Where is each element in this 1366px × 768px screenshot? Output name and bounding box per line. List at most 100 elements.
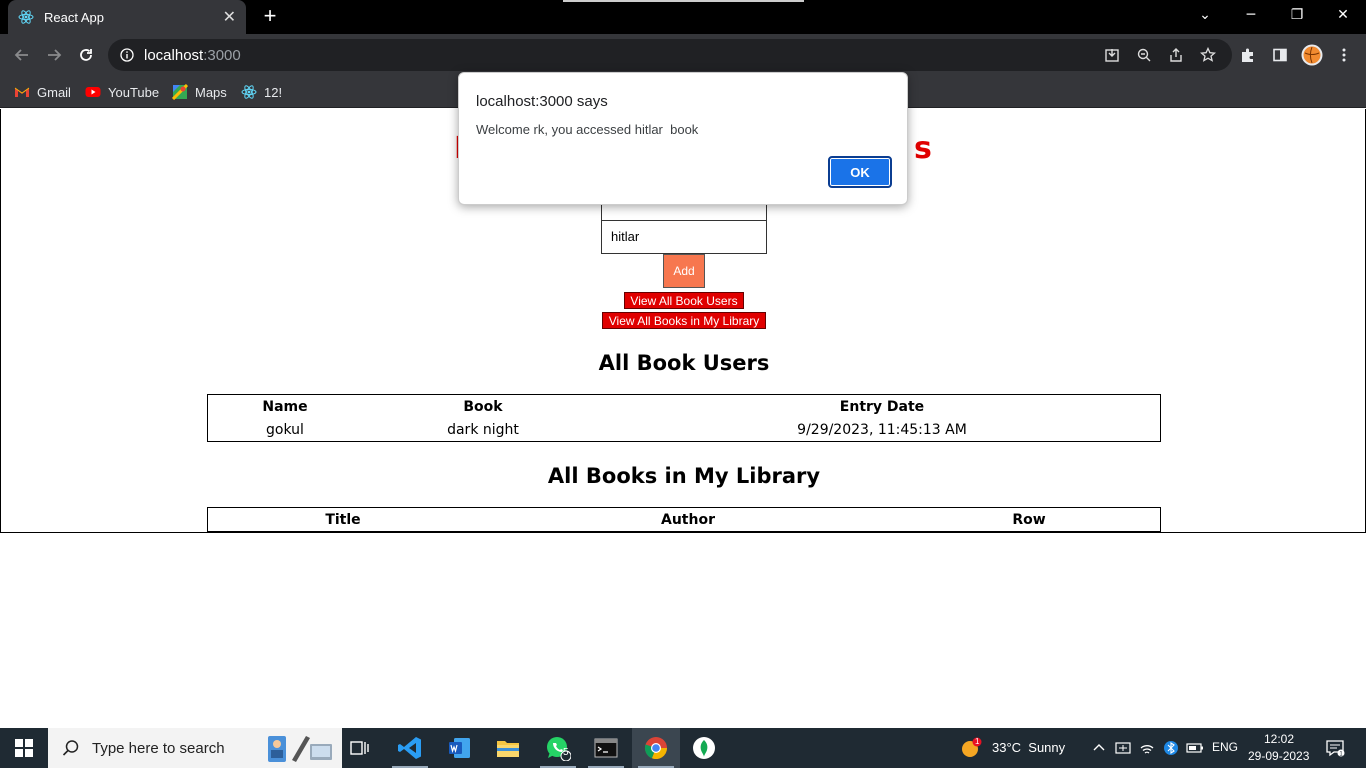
back-button[interactable] — [9, 42, 35, 68]
users-table: Name Book Entry Date gokul dark night 9/… — [207, 394, 1161, 442]
header-title: Title — [325, 511, 361, 528]
restore-button[interactable]: ❐ — [1274, 0, 1320, 30]
start-button[interactable] — [0, 728, 48, 768]
language-indicator[interactable]: ENG — [1212, 740, 1238, 754]
forward-button[interactable] — [41, 42, 67, 68]
clock-date[interactable]: 29-09-2023 — [1248, 749, 1309, 763]
bluetooth-icon[interactable] — [1162, 739, 1180, 757]
search-icon — [62, 740, 79, 756]
header-name: Name — [262, 398, 308, 415]
view-all-book-users-button[interactable]: View All Book Users — [624, 292, 744, 309]
chrome-icon — [644, 737, 668, 760]
minimize-button[interactable]: ─ — [1228, 0, 1274, 30]
weather-badge: 1 — [975, 737, 980, 746]
url-host: localhost — [144, 46, 204, 64]
bookmark-youtube[interactable]: YouTube — [85, 82, 159, 102]
bookmark-12[interactable]: 12! — [241, 82, 282, 102]
library-table: Title Author Row — [207, 507, 1161, 532]
arrow-left-icon — [14, 49, 28, 61]
folder-icon — [497, 741, 519, 757]
header-book: Book — [463, 398, 503, 415]
terminal-icon — [594, 738, 618, 758]
close-window-button[interactable]: ✕ — [1320, 0, 1366, 30]
maps-icon — [172, 84, 188, 100]
file-explorer-taskbar-app[interactable] — [484, 728, 532, 768]
notification-icon[interactable]: 1 — [1324, 737, 1346, 759]
whatsapp-badge: 5 — [563, 747, 569, 758]
users-heading: All Book Users — [598, 351, 770, 375]
reload-icon — [80, 49, 92, 61]
task-view-button[interactable] — [336, 728, 384, 768]
bookmark-label: YouTube — [108, 84, 160, 100]
tab-react-app[interactable]: React App ✕ — [8, 0, 246, 34]
tab-search-button[interactable]: ⌄ — [1182, 0, 1228, 30]
bookmark-label: Maps — [195, 84, 227, 100]
add-button[interactable]: Add — [663, 254, 705, 288]
vscode-icon — [398, 737, 421, 759]
react-icon — [18, 10, 34, 24]
mongodb-taskbar-app[interactable] — [680, 728, 728, 768]
tab-title: React App — [44, 9, 104, 25]
media-icon[interactable] — [1114, 739, 1132, 757]
extensions-puzzle-icon[interactable] — [1236, 43, 1260, 67]
book-input[interactable]: hitlar — [601, 220, 767, 254]
install-icon[interactable] — [1100, 43, 1124, 67]
share-icon[interactable] — [1164, 43, 1188, 67]
close-tab-icon[interactable]: ✕ — [223, 9, 236, 25]
wifi-icon[interactable] — [1138, 739, 1156, 757]
info-icon[interactable] — [120, 48, 134, 62]
chrome-taskbar-app[interactable] — [632, 728, 680, 768]
address-bar[interactable]: localhost:3000 — [108, 39, 1232, 71]
vscode-taskbar-app[interactable] — [386, 728, 434, 768]
arrow-right-icon — [48, 49, 62, 61]
new-tab-button[interactable]: + — [258, 5, 282, 29]
mongodb-leaf-icon — [693, 737, 715, 759]
reload-button[interactable] — [73, 42, 99, 68]
word-icon — [449, 738, 470, 758]
alert-dialog: localhost:3000 says Welcome rk, you acce… — [458, 72, 908, 205]
browser-title-bar: React App ✕ + ⌄ ─ ❐ ✕ — [0, 0, 1366, 34]
clock-time[interactable]: 12:02 — [1264, 732, 1294, 746]
table-header-row: Title Author Row — [208, 508, 1160, 531]
url-port: :3000 — [203, 46, 241, 64]
taskbar-search-box[interactable]: Type here to search — [48, 728, 342, 768]
react-icon — [241, 85, 257, 99]
dialog-message: Welcome rk, you accessed hitlar book — [476, 122, 699, 137]
ok-button[interactable]: OK — [828, 156, 892, 188]
bookmark-star-icon[interactable] — [1196, 43, 1220, 67]
table-header-row: Name Book Entry Date — [208, 395, 1160, 418]
task-view-icon — [350, 741, 369, 755]
zoom-icon[interactable] — [1132, 43, 1156, 67]
search-placeholder: Type here to search — [92, 739, 225, 757]
gmail-icon — [14, 87, 30, 97]
more-menu-icon[interactable] — [1332, 43, 1356, 67]
bookmark-label: 12! — [264, 84, 283, 100]
cell-name: gokul — [266, 421, 304, 438]
side-panel-icon[interactable] — [1268, 43, 1292, 67]
browser-toolbar: localhost:3000 — [0, 34, 1366, 76]
battery-icon[interactable] — [1186, 739, 1204, 757]
bookmark-gmail[interactable]: Gmail — [14, 82, 71, 102]
windows-taskbar: Type here to search 5 1 33°C Sunny ENG 1… — [0, 728, 1366, 768]
bookmark-label: Gmail — [37, 84, 71, 100]
word-taskbar-app[interactable] — [436, 728, 484, 768]
whatsapp-taskbar-app[interactable]: 5 — [534, 728, 582, 768]
weather-text[interactable]: 33°C Sunny — [992, 740, 1065, 755]
view-all-books-library-button[interactable]: View All Books in My Library — [602, 312, 766, 329]
library-heading: All Books in My Library — [547, 464, 821, 488]
header-entry-date: Entry Date — [839, 398, 925, 415]
table-row: gokul dark night 9/29/2023, 11:45:13 AM — [208, 418, 1160, 441]
header-author: Author — [661, 511, 715, 528]
header-row: Row — [1012, 511, 1046, 528]
dialog-title: localhost:3000 says — [476, 93, 608, 110]
terminal-taskbar-app[interactable] — [582, 728, 630, 768]
chevron-up-icon[interactable] — [1090, 739, 1108, 757]
cell-book: dark night — [447, 421, 519, 438]
cell-entry-date: 9/29/2023, 11:45:13 AM — [797, 421, 967, 438]
title-bar-highlight — [563, 0, 804, 2]
windows-logo-icon — [15, 739, 33, 757]
bookmark-maps[interactable]: Maps — [172, 82, 227, 102]
youtube-icon — [85, 87, 101, 97]
search-highlight-illustration-icon — [268, 736, 332, 762]
profile-avatar[interactable] — [1300, 43, 1324, 67]
